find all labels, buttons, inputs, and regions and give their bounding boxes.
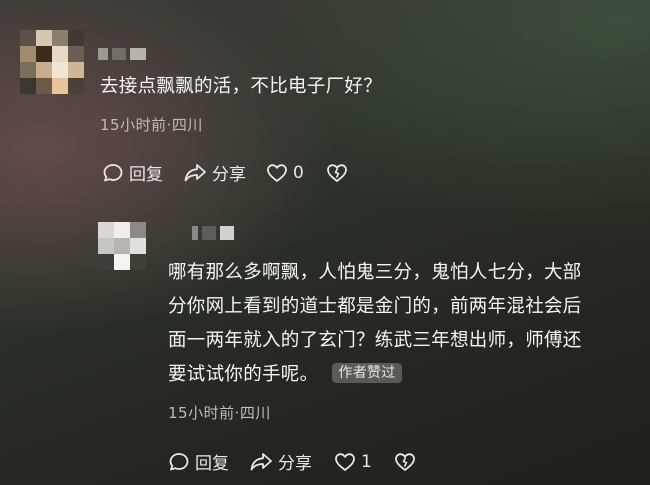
dislike-button[interactable] <box>394 452 416 472</box>
like-button[interactable]: 1 <box>334 452 372 472</box>
share-icon <box>184 163 206 181</box>
share-button[interactable]: 分享 <box>183 160 246 185</box>
comment-text: 去接点飘飘的活，不比电子厂好？ <box>100 76 383 97</box>
comment-actions: 回复 分享 0 <box>102 160 348 185</box>
reply-timestamp-location: 15小时前·四川 <box>168 404 271 422</box>
heart-icon <box>335 452 355 471</box>
reply-label: 回复 <box>195 454 229 474</box>
like-count: 0 <box>293 162 304 183</box>
dislike-button[interactable] <box>326 163 348 183</box>
replier-name[interactable] <box>192 226 234 240</box>
share-icon <box>250 452 272 470</box>
share-label: 分享 <box>212 165 246 185</box>
comment-timestamp-location: 15小时前·四川 <box>100 116 203 134</box>
reply-text-last: 要试试你的手呢。 <box>168 364 319 385</box>
like-button[interactable]: 0 <box>266 163 304 183</box>
reply-text-line: 哪有那么多啊飘，人怕鬼三分，鬼怕人七分，大部 <box>168 262 582 283</box>
reply-text-line: 要试试你的手呢。 作者赞过 <box>168 358 582 392</box>
reply-button[interactable]: 回复 <box>102 160 163 185</box>
dislike-heart-icon <box>394 452 415 471</box>
reply-label: 回复 <box>129 165 163 185</box>
reply-button[interactable]: 回复 <box>168 449 229 474</box>
heart-icon <box>267 163 287 182</box>
reply-actions: 回复 分享 1 <box>168 449 416 474</box>
reply-text: 哪有那么多啊飘，人怕鬼三分，鬼怕人七分，大部 分你网上看到的道士都是金门的，前两… <box>168 256 582 392</box>
reply-text-line: 面一两年就入的了玄门？练武三年想出师，师傅还 <box>168 330 582 351</box>
share-button[interactable]: 分享 <box>249 449 312 474</box>
share-label: 分享 <box>278 454 312 474</box>
replier-avatar[interactable] <box>98 222 146 270</box>
reply-text-line: 分你网上看到的道士都是金门的，前两年混社会后 <box>168 296 582 317</box>
like-count: 1 <box>361 451 372 472</box>
commenter-name[interactable] <box>98 48 146 60</box>
dislike-heart-icon <box>326 163 347 182</box>
reply-icon <box>169 452 189 470</box>
author-liked-badge: 作者赞过 <box>332 363 402 383</box>
commenter-avatar[interactable] <box>20 30 84 94</box>
reply-icon <box>103 163 123 181</box>
